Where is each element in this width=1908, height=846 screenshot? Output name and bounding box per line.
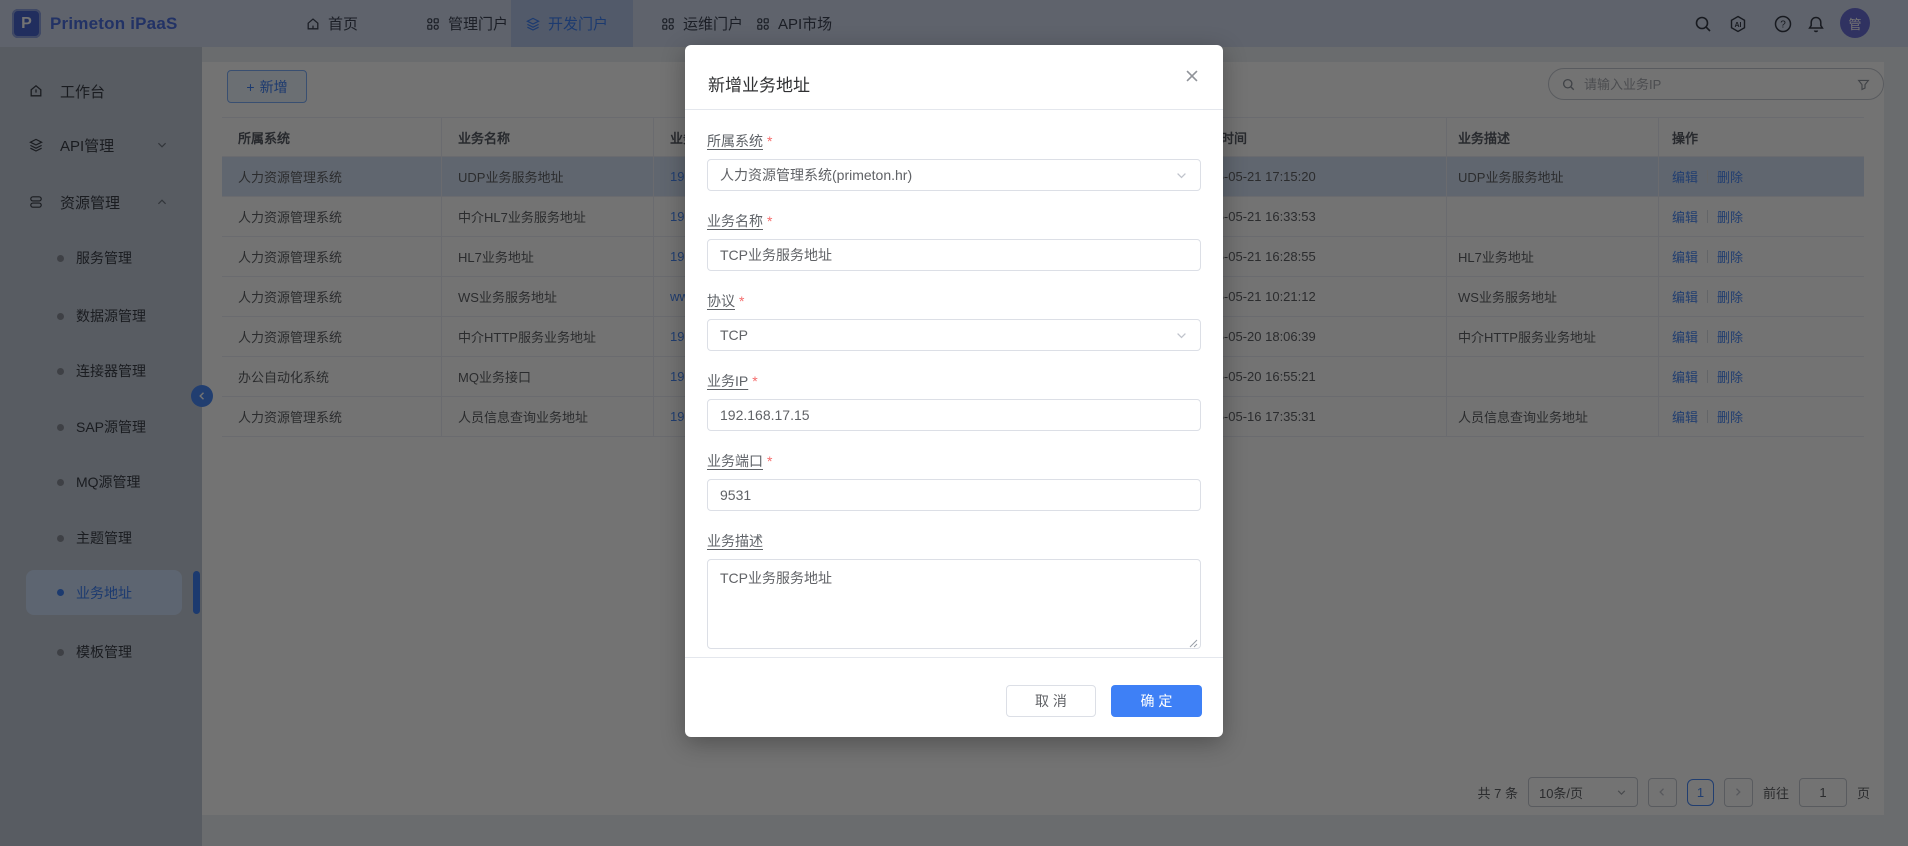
protocol-select-value: TCP bbox=[720, 327, 748, 343]
add-business-address-dialog: 新增业务地址 所属系统* 人力资源管理系统(primeton.hr) 业务名称*… bbox=[685, 45, 1223, 737]
field-label: 所属系统 bbox=[707, 131, 763, 151]
form-field-system: 所属系统* 人力资源管理系统(primeton.hr) bbox=[707, 111, 1201, 191]
business-port-input[interactable] bbox=[720, 487, 1188, 503]
required-asterisk: * bbox=[767, 213, 772, 229]
form-field-name: 业务名称* bbox=[707, 191, 1201, 271]
form-field-protocol: 协议* TCP bbox=[707, 271, 1201, 351]
confirm-button[interactable]: 确 定 bbox=[1111, 685, 1202, 717]
resize-grip-icon[interactable] bbox=[1188, 638, 1198, 648]
system-select[interactable]: 人力资源管理系统(primeton.hr) bbox=[707, 159, 1201, 191]
app-root: P Primeton iPaaS 首页 管理门户 开发门户 运维门户 API市场… bbox=[0, 0, 1908, 846]
protocol-select[interactable]: TCP bbox=[707, 319, 1201, 351]
field-label: 业务名称 bbox=[707, 211, 763, 231]
business-name-input[interactable] bbox=[720, 247, 1188, 263]
required-asterisk: * bbox=[752, 373, 757, 389]
chevron-down-icon bbox=[1175, 329, 1188, 342]
cancel-button[interactable]: 取 消 bbox=[1006, 685, 1096, 717]
required-asterisk: * bbox=[739, 293, 744, 309]
field-label: 业务端口 bbox=[707, 451, 763, 471]
field-label: 协议 bbox=[707, 291, 735, 311]
dialog-header: 新增业务地址 bbox=[685, 45, 1223, 110]
required-asterisk: * bbox=[767, 133, 772, 149]
dialog-title: 新增业务地址 bbox=[708, 71, 810, 96]
chevron-down-icon bbox=[1175, 169, 1188, 182]
form-field-port: 业务端口* bbox=[707, 431, 1201, 511]
business-ip-input[interactable] bbox=[720, 407, 1188, 423]
business-description-textarea[interactable]: TCP业务服务地址 bbox=[707, 559, 1201, 649]
dialog-footer: 取 消 确 定 bbox=[685, 657, 1223, 737]
form-field-description: 业务描述 TCP业务服务地址 bbox=[707, 511, 1201, 654]
dialog-body: 所属系统* 人力资源管理系统(primeton.hr) 业务名称* 协议* TC… bbox=[707, 111, 1201, 654]
form-field-ip: 业务IP* bbox=[707, 351, 1201, 431]
field-label: 业务描述 bbox=[707, 531, 763, 551]
system-select-value: 人力资源管理系统(primeton.hr) bbox=[720, 165, 912, 185]
field-label: 业务IP bbox=[707, 371, 748, 391]
close-icon[interactable] bbox=[1183, 67, 1201, 85]
required-asterisk: * bbox=[767, 453, 772, 469]
